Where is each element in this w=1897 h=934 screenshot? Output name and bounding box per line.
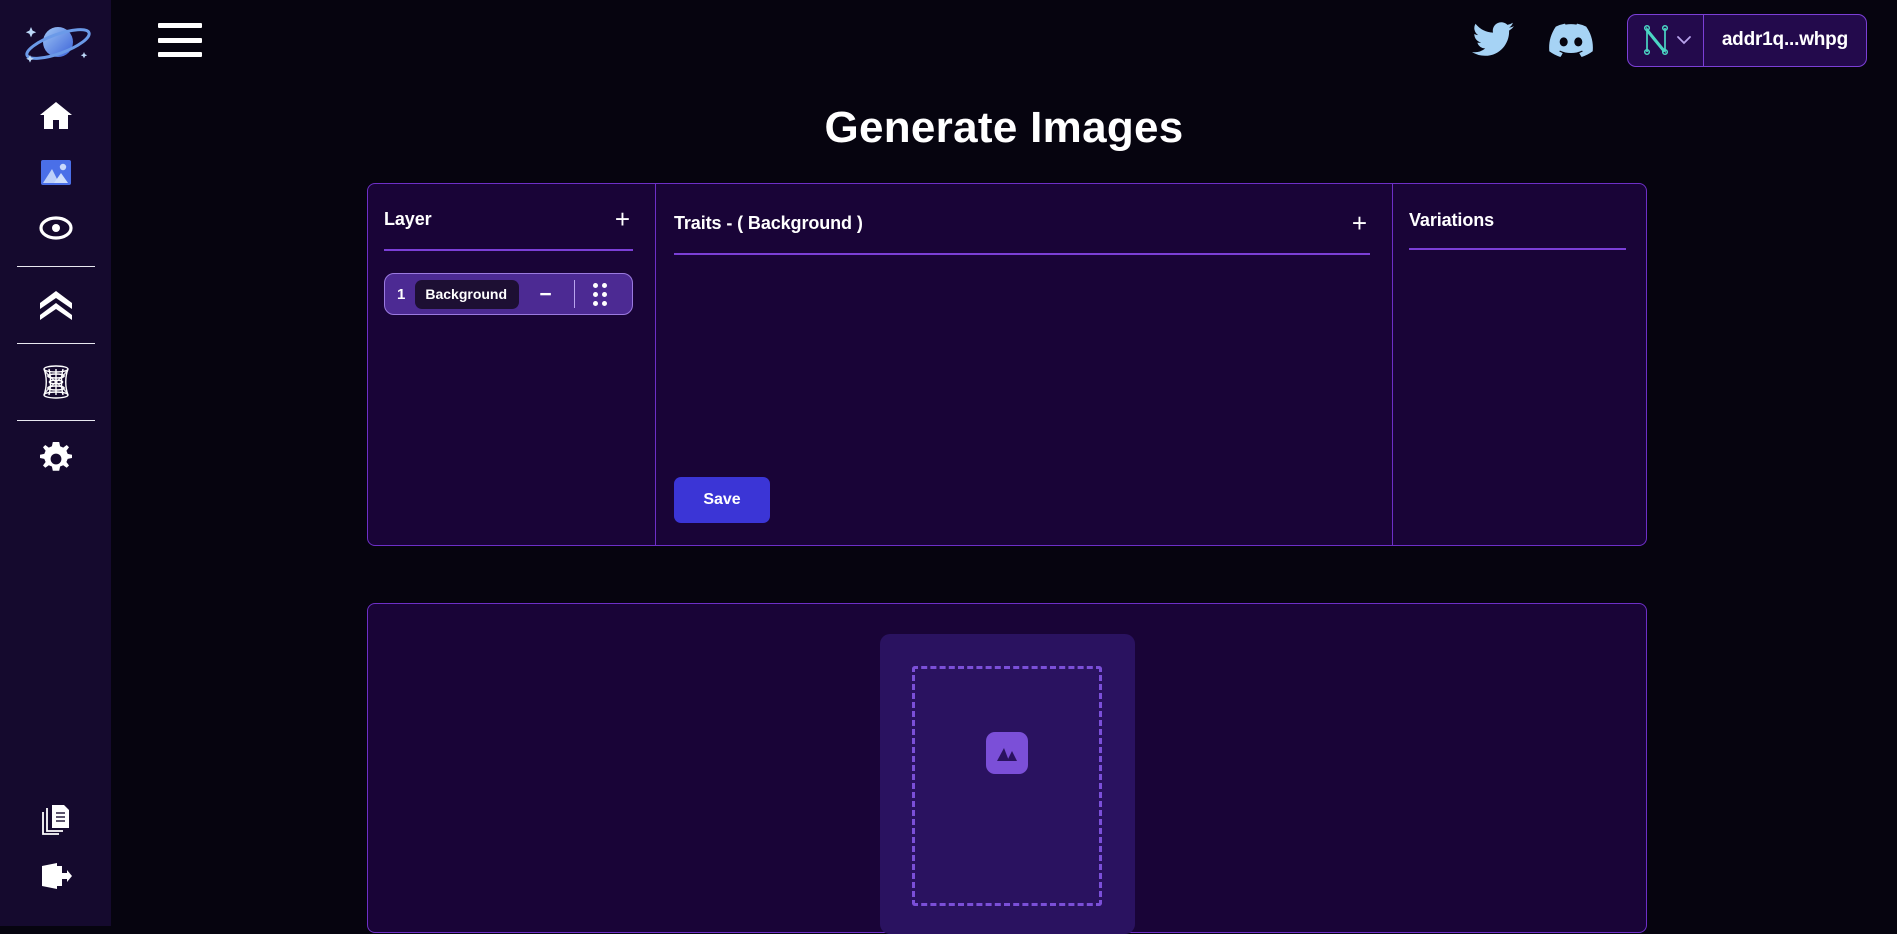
traits-panel-header: Traits - ( Background ) + <box>674 210 1370 236</box>
hyperboloid-icon <box>42 365 69 399</box>
drag-dot <box>593 282 599 288</box>
sidebar-item-explore[interactable] <box>0 200 111 256</box>
eye-target-icon <box>38 216 73 240</box>
chevron-down-icon <box>1676 36 1691 45</box>
image-icon <box>40 159 71 185</box>
layer-row[interactable]: 1 − <box>384 273 633 315</box>
drag-dot <box>602 291 608 297</box>
page-title: Generate Images <box>824 103 1184 152</box>
drag-handle-icon[interactable] <box>591 281 609 308</box>
layer-row-separator <box>573 280 576 308</box>
sidebar-item-logout[interactable] <box>0 848 111 904</box>
sidebar-item-settings[interactable] <box>0 431 111 487</box>
remove-layer-button[interactable]: − <box>533 284 557 305</box>
dropzone-dashed-border <box>912 666 1102 906</box>
documents-icon <box>41 805 69 835</box>
traits-panel-title: Traits - ( Background ) <box>674 212 863 233</box>
sidebar-item-mesh[interactable] <box>0 354 111 410</box>
drag-dot <box>593 300 599 306</box>
wallet-address[interactable]: addr1q...whpg <box>1704 15 1866 66</box>
chevrons-up-icon <box>39 291 72 320</box>
layer-panel-title: Layer <box>384 208 432 229</box>
hamburger-bar <box>158 52 202 57</box>
app-logo[interactable] <box>0 0 111 88</box>
sidebar-item-upgrade[interactable] <box>0 277 111 333</box>
sidebar-divider-2 <box>16 343 95 344</box>
header-actions: addr1q...whpg <box>1471 13 1867 67</box>
hamburger-bar <box>158 37 202 43</box>
sidebar-item-images[interactable] <box>0 144 111 200</box>
gear-icon <box>39 442 72 471</box>
image-placeholder-icon <box>986 732 1028 774</box>
sidebar <box>0 0 111 926</box>
upload-panel <box>367 603 1647 934</box>
layer-index: 1 <box>397 285 406 303</box>
layer-header-rule <box>384 249 633 251</box>
traits-column: Traits - ( Background ) + Save <box>656 184 1393 545</box>
planet-logo-icon <box>24 27 91 63</box>
discord-icon[interactable] <box>1548 23 1593 57</box>
twitter-icon[interactable] <box>1471 21 1515 59</box>
traits-header-rule <box>674 253 1370 255</box>
hamburger-bar <box>158 23 202 28</box>
home-icon <box>39 102 72 129</box>
drag-dot <box>593 291 599 297</box>
generate-builder-panel: Layer + 1 − Traits - ( Background ) + <box>367 183 1647 546</box>
add-layer-button[interactable]: + <box>612 206 633 232</box>
variations-column: Variations <box>1393 184 1646 545</box>
wallet-selector[interactable]: addr1q...whpg <box>1626 13 1867 67</box>
mountain-glyph <box>997 748 1017 761</box>
variations-header-rule <box>1409 248 1626 250</box>
layer-panel-header: Layer + <box>384 206 633 232</box>
save-button[interactable]: Save <box>674 477 770 523</box>
layer-column: Layer + 1 − <box>368 184 656 545</box>
layer-name-input[interactable] <box>415 279 520 309</box>
top-header: addr1q...whpg <box>111 0 1897 80</box>
sidebar-divider-1 <box>16 266 95 267</box>
variations-panel-header: Variations <box>1409 210 1626 231</box>
add-trait-button[interactable]: + <box>1349 210 1370 236</box>
logout-icon <box>41 863 72 889</box>
drag-dot <box>602 300 608 306</box>
hamburger-icon[interactable] <box>158 23 202 57</box>
variations-panel-title: Variations <box>1409 210 1495 230</box>
sidebar-item-documents[interactable] <box>0 792 111 848</box>
drag-dot <box>602 282 608 288</box>
main-content: Generate Images Layer + 1 − <box>111 80 1897 934</box>
image-dropzone[interactable] <box>879 634 1135 934</box>
wallet-provider[interactable] <box>1628 14 1704 66</box>
sidebar-item-home[interactable] <box>0 88 111 144</box>
sidebar-divider-3 <box>16 420 95 421</box>
nami-wallet-icon <box>1643 24 1668 56</box>
